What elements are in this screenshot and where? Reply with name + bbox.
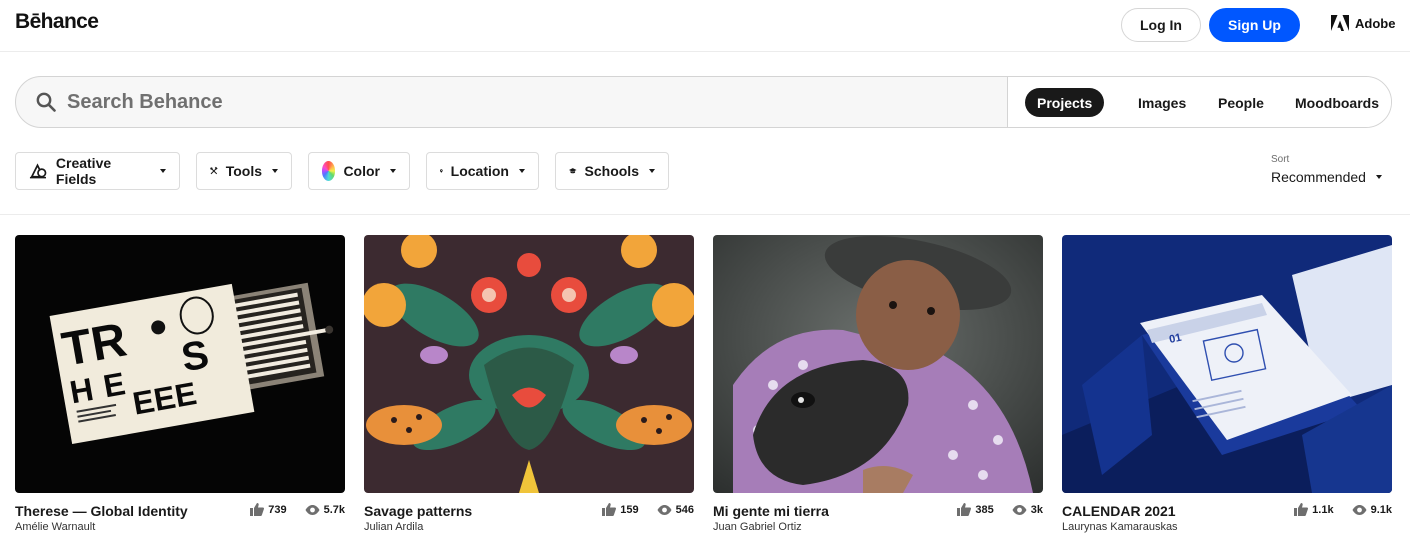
eye-icon — [1352, 504, 1367, 515]
color-filter[interactable]: Color — [308, 152, 410, 190]
project-title[interactable]: CALENDAR 2021 — [1062, 503, 1176, 519]
search-field — [16, 77, 1007, 127]
tab-images[interactable]: Images — [1126, 88, 1198, 117]
project-title[interactable]: Savage patterns — [364, 503, 472, 519]
sort-value-text: Recommended — [1271, 169, 1366, 185]
chevron-down-icon — [649, 169, 655, 173]
chevron-down-icon — [272, 169, 278, 173]
project-card[interactable]: Savage patterns Julian Ardila 159 546 — [364, 235, 694, 535]
tools-filter[interactable]: Tools — [196, 152, 292, 190]
login-button[interactable]: Log In — [1121, 8, 1201, 42]
project-author[interactable]: Amélie Warnault — [15, 521, 95, 533]
tools-icon — [210, 166, 218, 175]
tab-moodboards[interactable]: Moodboards — [1283, 88, 1391, 117]
chevron-down-icon — [390, 169, 396, 173]
sort-label: Sort — [1271, 154, 1290, 165]
thumbs-up-icon — [602, 503, 617, 516]
project-thumbnail[interactable]: 01 — [1062, 235, 1392, 493]
likes-count: 1.1k — [1312, 503, 1334, 516]
color-label: Color — [343, 163, 380, 179]
project-card[interactable]: TR H E EEE S Therese — Global Identity A… — [15, 235, 345, 535]
chevron-down-icon — [160, 169, 166, 173]
project-thumbnail[interactable]: TR H E EEE S — [15, 235, 345, 493]
project-stats: 385 3k — [957, 503, 1043, 516]
eye-icon — [305, 504, 320, 515]
graduation-cap-icon — [569, 168, 577, 174]
project-stats: 159 546 — [602, 503, 694, 516]
color-wheel-icon — [322, 161, 336, 181]
thumbs-up-icon — [957, 503, 972, 516]
divider — [0, 214, 1410, 215]
project-author[interactable]: Laurynas Kamarauskas — [1062, 521, 1178, 533]
thumbs-up-icon — [1294, 503, 1309, 516]
location-label: Location — [450, 163, 509, 179]
chevron-down-icon — [1375, 175, 1382, 179]
likes-count: 385 — [975, 503, 994, 516]
schools-filter[interactable]: Schools — [555, 152, 669, 190]
project-stats: 739 5.7k — [250, 503, 345, 516]
views-count: 546 — [675, 503, 694, 516]
eye-icon — [1012, 504, 1027, 515]
project-title[interactable]: Mi gente mi tierra — [713, 503, 829, 519]
adobe-logo-icon — [1331, 15, 1349, 31]
project-author[interactable]: Juan Gabriel Ortiz — [713, 521, 802, 533]
project-thumbnail[interactable] — [364, 235, 694, 493]
top-header: Bēhance Log In Sign Up Adobe — [0, 0, 1410, 52]
location-pin-icon — [440, 169, 443, 173]
project-title[interactable]: Therese — Global Identity — [15, 503, 188, 519]
adobe-label: Adobe — [1355, 15, 1396, 31]
thumbs-up-icon — [250, 503, 265, 516]
project-author[interactable]: Julian Ardila — [364, 521, 423, 533]
project-thumbnail[interactable] — [713, 235, 1043, 493]
tools-label: Tools — [225, 163, 262, 179]
creative-fields-label: Creative Fields — [55, 155, 112, 187]
project-stats: 1.1k 9.1k — [1294, 503, 1392, 516]
creative-fields-icon — [29, 163, 47, 179]
search-type-tabs: Projects Images People Moodboards — [1007, 77, 1391, 127]
sort-dropdown[interactable]: Sort Recommended — [1271, 154, 1382, 185]
views-count: 3k — [1030, 503, 1043, 516]
creative-fields-filter[interactable]: Creative Fields — [15, 152, 180, 190]
svg-text:01: 01 — [1168, 332, 1182, 346]
behance-logo[interactable]: Bēhance — [15, 10, 99, 34]
eye-icon — [657, 504, 672, 515]
location-filter[interactable]: Location — [426, 152, 539, 190]
search-icon — [36, 92, 56, 112]
project-card[interactable]: Mi gente mi tierra Juan Gabriel Ortiz 38… — [713, 235, 1043, 535]
project-card[interactable]: 01 CALENDAR 2021 Laurynas Kamarauskas 1.… — [1062, 235, 1392, 535]
views-count: 5.7k — [323, 503, 345, 516]
tab-people[interactable]: People — [1206, 88, 1276, 117]
search-input[interactable] — [67, 85, 967, 119]
schools-label: Schools — [584, 163, 639, 179]
likes-count: 739 — [268, 503, 287, 516]
adobe-link[interactable]: Adobe — [1331, 15, 1395, 31]
likes-count: 159 — [620, 503, 639, 516]
views-count: 9.1k — [1370, 503, 1392, 516]
tab-projects[interactable]: Projects — [1025, 88, 1105, 117]
signup-button[interactable]: Sign Up — [1209, 8, 1300, 42]
sort-value: Recommended — [1271, 169, 1382, 185]
search-bar: Projects Images People Moodboards — [15, 76, 1392, 128]
chevron-down-icon — [519, 169, 525, 173]
